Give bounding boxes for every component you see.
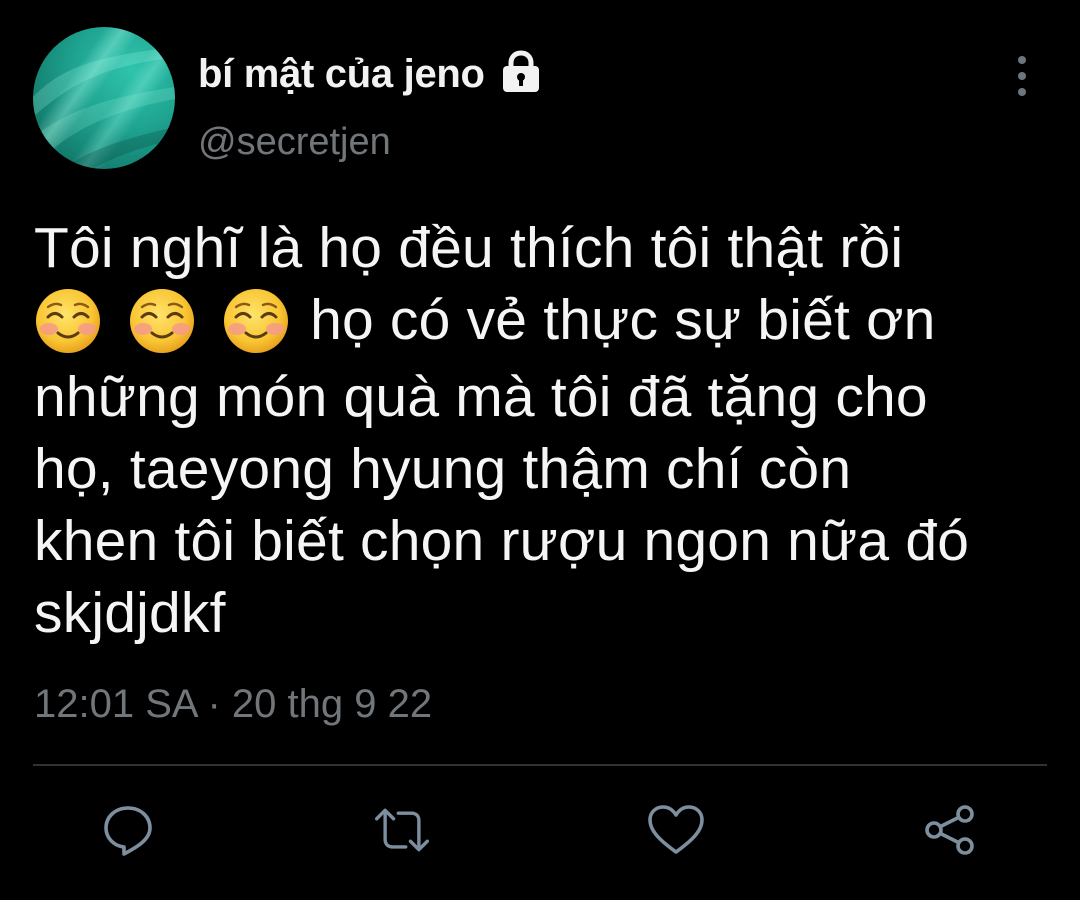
avatar[interactable] bbox=[33, 27, 175, 169]
smiling-face-emoji bbox=[36, 288, 100, 353]
tweet-text-line: họ có vẻ thực sự biết ơn bbox=[34, 284, 1054, 361]
emoji-group bbox=[34, 281, 290, 355]
tweet-text-line: những món quà mà tôi đã tặng cho bbox=[34, 364, 928, 429]
tweet-author: bí mật của jeno @secretjen bbox=[198, 48, 545, 164]
tweet-text-line: skjdjdkf bbox=[34, 580, 226, 645]
heart-icon bbox=[648, 805, 704, 854]
reply-button[interactable] bbox=[98, 800, 158, 860]
more-vertical-icon[interactable] bbox=[1004, 54, 1040, 98]
user-handle[interactable]: @secretjen bbox=[198, 120, 545, 164]
display-name-text[interactable]: bí mật của jeno bbox=[198, 48, 485, 100]
retweet-icon bbox=[375, 808, 429, 852]
display-name[interactable]: bí mật của jeno bbox=[198, 48, 545, 100]
tweet-actions bbox=[0, 800, 1080, 870]
lock-icon bbox=[497, 50, 545, 94]
share-button[interactable] bbox=[920, 800, 980, 860]
tweet-text-line: khen tôi biết chọn rượu ngon nữa đó bbox=[34, 508, 970, 573]
comment-icon bbox=[104, 806, 152, 856]
share-icon bbox=[925, 805, 974, 855]
tweet-timestamp[interactable]: 12:01 SA · 20 thg 9 22 bbox=[34, 680, 432, 728]
like-button[interactable] bbox=[646, 800, 706, 860]
tweet-text-segment: họ có vẻ thực sự biết ơn bbox=[310, 288, 936, 352]
smiling-face-emoji bbox=[130, 288, 195, 353]
tweet-body: Tôi nghĩ là họ đều thích tôi thật rồi họ… bbox=[34, 212, 1054, 649]
divider bbox=[33, 764, 1047, 766]
avatar-image bbox=[33, 47, 175, 169]
tweet-card: bí mật của jeno @secretjen Tôi nghĩ là h… bbox=[0, 0, 1080, 900]
smiling-face-emoji bbox=[224, 288, 289, 353]
tweet-text-line: họ, taeyong hyung thậm chí còn bbox=[34, 436, 852, 501]
retweet-button[interactable] bbox=[372, 800, 432, 860]
tweet-text-line: Tôi nghĩ là họ đều thích tôi thật rồi bbox=[34, 216, 904, 280]
